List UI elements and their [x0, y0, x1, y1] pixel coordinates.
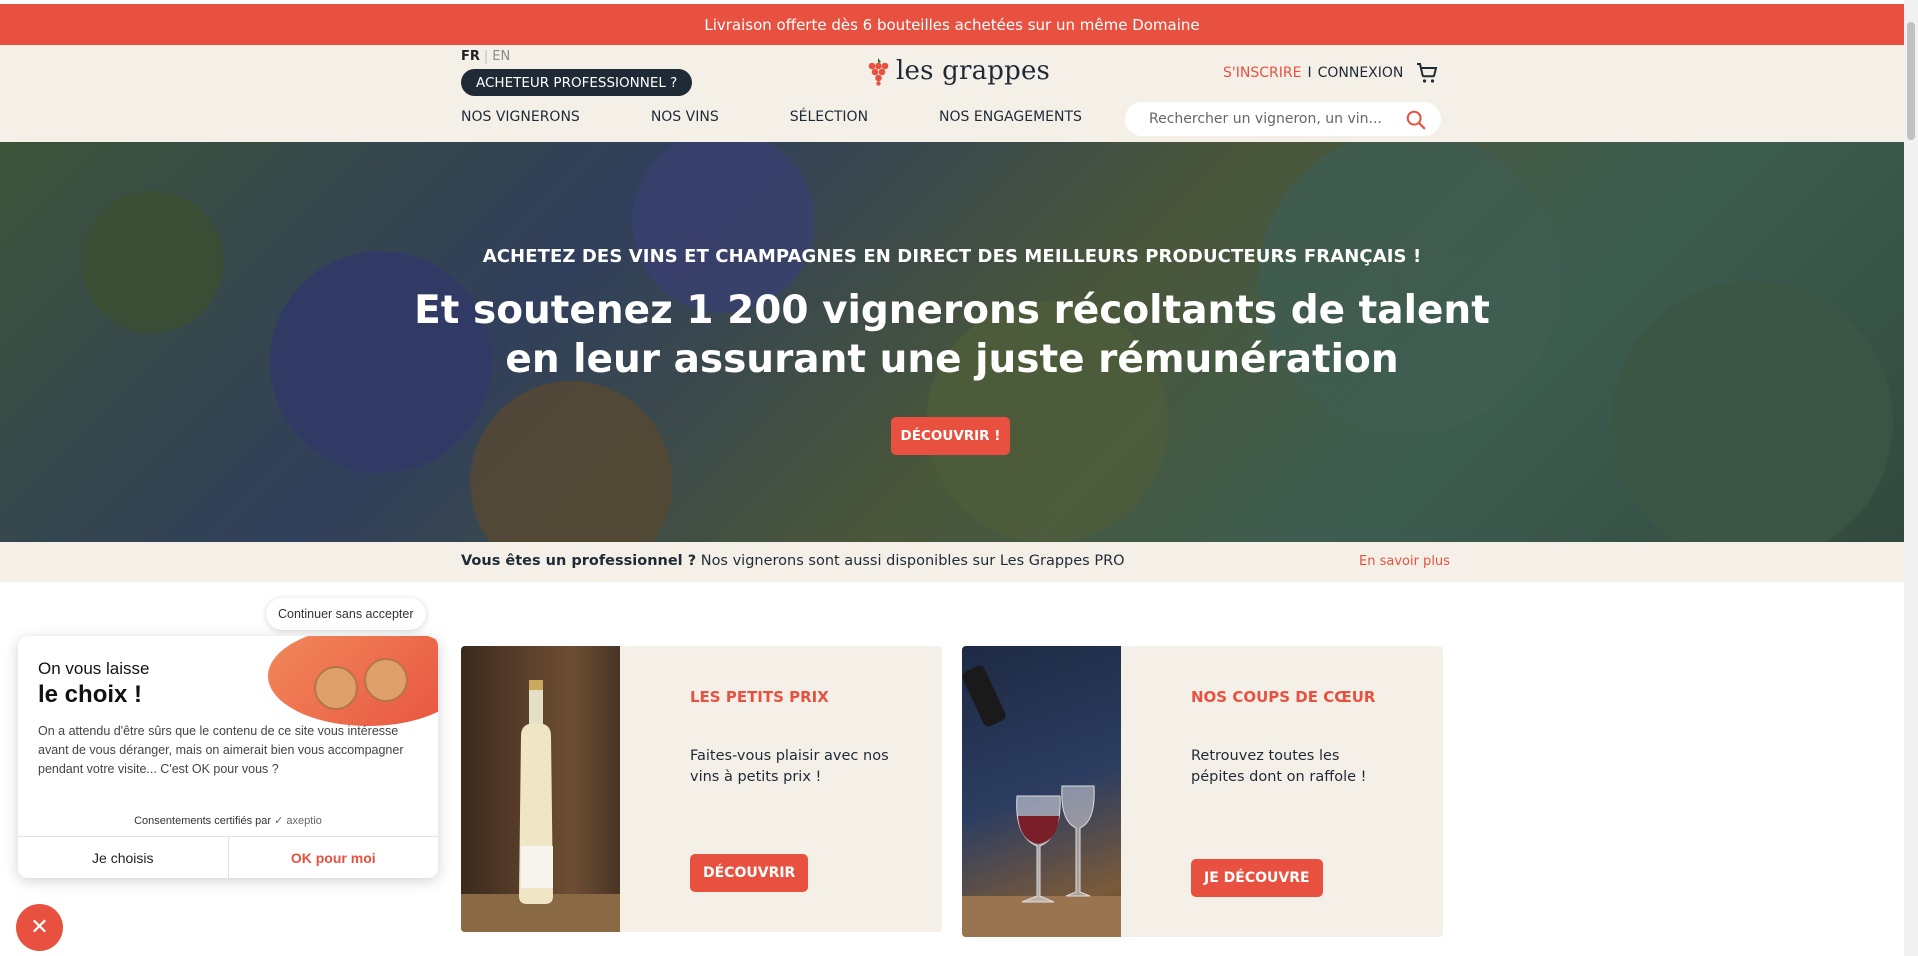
nav-item-vins[interactable]: NOS VINS — [651, 109, 719, 125]
promo-card-small-prices[interactable]: LES PETITS PRIX Faites-vous plaisir avec… — [461, 646, 942, 932]
wine-glasses-illustration — [962, 665, 1121, 937]
scrollbar-thumb[interactable] — [1907, 22, 1915, 140]
consent-certification: Consentements certifiés par ✓ axeptio — [18, 814, 438, 827]
auth-separator: I — [1307, 65, 1312, 81]
logo-text: les grappes — [896, 56, 1051, 86]
accept-all-button[interactable]: OK pour moi — [229, 837, 439, 878]
card-text: Faites-vous plaisir avec nos vins à peti… — [690, 748, 889, 785]
search-bar — [1125, 102, 1441, 136]
main-nav: NOS VIGNERONS NOS VINS SÉLECTION NOS ENG… — [461, 109, 1153, 125]
nav-item-vignerons[interactable]: NOS VIGNERONS — [461, 109, 580, 125]
card-discover-button[interactable]: DÉCOUVRIR — [690, 854, 809, 892]
close-consent-icon[interactable]: ✕ — [16, 904, 63, 951]
wine-bottle-illustration — [461, 680, 620, 932]
promo-banner: Livraison offerte dès 6 bouteilles achet… — [0, 4, 1904, 45]
pro-info-text: Vous êtes un professionnel ? Nos vignero… — [461, 553, 1125, 569]
account-links: S'INSCRIRE I CONNEXION — [1223, 65, 1403, 81]
consent-heading-line-2: le choix ! — [38, 681, 143, 708]
card-text: Retrouvez toutes les pépites dont on raf… — [1191, 748, 1367, 785]
cookie-mascot-icon — [314, 666, 358, 710]
continue-without-accepting-button[interactable]: Continuer sans accepter — [266, 598, 426, 630]
lang-fr[interactable]: FR — [461, 49, 480, 64]
card-title: LES PETITS PRIX — [690, 688, 829, 706]
page-scrollbar[interactable] — [1904, 0, 1918, 956]
hero-discover-button[interactable]: DÉCOUVRIR ! — [891, 417, 1010, 455]
hero-title: Et soutenez 1 200 vignerons récoltants d… — [0, 286, 1904, 384]
nav-item-engagements[interactable]: NOS ENGAGEMENTS — [939, 109, 1082, 125]
professional-buyer-button[interactable]: ACHETEUR PROFESSIONNEL ? — [461, 69, 693, 96]
signup-link[interactable]: S'INSCRIRE — [1223, 65, 1301, 81]
promo-text: Livraison offerte dès 6 bouteilles achet… — [704, 15, 1200, 34]
login-link[interactable]: CONNEXION — [1318, 65, 1404, 81]
consent-body: On a attendu d'être sûrs que le contenu … — [38, 724, 404, 776]
wine-bottle-image — [461, 646, 620, 932]
grape-logo-icon — [868, 58, 889, 86]
consent-heading-line-1: On vous laisse — [38, 659, 150, 678]
site-header: FR | EN ACHETEUR PROFESSIONNEL ? les grapp… — [0, 45, 1904, 142]
hero-banner: ACHETEZ DES VINS ET CHAMPAGNES EN DIRECT… — [0, 142, 1904, 542]
hero-content: ACHETEZ DES VINS ET CHAMPAGNES EN DIRECT… — [0, 142, 1904, 542]
search-input[interactable] — [1149, 111, 1394, 127]
card-discover-button[interactable]: JE DÉCOUVRE — [1191, 859, 1323, 897]
consent-actions: Je choisis OK pour moi — [18, 836, 438, 878]
language-switcher: FR | EN — [461, 49, 510, 64]
promo-card-favorites[interactable]: NOS COUPS DE CŒUR Retrouvez toutes les p… — [962, 646, 1443, 937]
lang-separator: | — [483, 49, 489, 64]
learn-more-link[interactable]: En savoir plus — [1359, 554, 1450, 569]
lang-en[interactable]: EN — [492, 49, 510, 64]
professional-info-bar: Vous êtes un professionnel ? Nos vignero… — [0, 542, 1904, 582]
nav-item-selection[interactable]: SÉLECTION — [790, 109, 868, 125]
wine-pouring-image — [962, 646, 1121, 937]
certified-label: Consentements certifiés par — [134, 815, 272, 827]
card-title: NOS COUPS DE CŒUR — [1191, 688, 1376, 706]
shopping-cart-icon[interactable] — [1415, 61, 1439, 85]
pro-question: Vous êtes un professionnel ? — [461, 553, 697, 569]
search-icon[interactable] — [1405, 109, 1427, 131]
hero-title-line-1: Et soutenez 1 200 vignerons récoltants d… — [414, 288, 1490, 333]
cookie-consent-dialog: On vous laisse le choix ! On a attendu d… — [18, 636, 438, 878]
choose-settings-button[interactable]: Je choisis — [18, 837, 229, 878]
pro-description: Nos vignerons sont aussi disponibles sur… — [696, 553, 1125, 569]
hero-title-line-2: en leur assurant une juste rémunération — [505, 337, 1399, 382]
axeptio-logo: ✓ axeptio — [274, 815, 322, 827]
cookie-mascot-icon — [364, 658, 408, 702]
axeptio-brand: axeptio — [286, 815, 322, 827]
hero-subtitle: ACHETEZ DES VINS ET CHAMPAGNES EN DIRECT… — [482, 246, 1422, 267]
site-logo[interactable]: les grappes — [866, 56, 1050, 86]
